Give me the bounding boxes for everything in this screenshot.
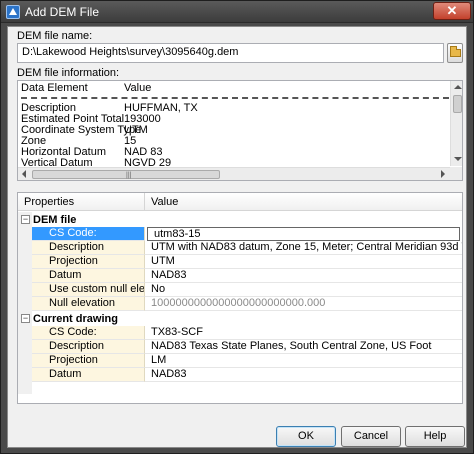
vertical-scrollbar[interactable]	[450, 81, 462, 166]
properties-grid[interactable]: Properties Value − DEM file CS Code: utm…	[17, 192, 463, 404]
header-separator	[21, 97, 449, 99]
property-label: Description	[32, 340, 145, 354]
column-divider[interactable]	[144, 193, 145, 211]
col-value: Value	[151, 196, 179, 208]
property-row-projection[interactable]: Projection LM	[18, 354, 462, 368]
property-row-projection[interactable]: Projection UTM	[18, 255, 462, 269]
property-label: Datum	[32, 269, 145, 283]
cs-code-input[interactable]: utm83-15	[147, 227, 460, 241]
property-value: LM	[145, 354, 462, 368]
property-row-use-custom-null-elevation[interactable]: Use custom null elevat... No	[18, 283, 462, 297]
scroll-up-icon[interactable]	[454, 85, 462, 89]
property-label: Null elevation	[32, 297, 145, 311]
folder-icon	[450, 46, 461, 57]
col-value: Value	[124, 82, 152, 94]
property-value: UTM	[145, 255, 462, 269]
add-dem-file-dialog: Add DEM File ✕ DEM file name: D:\Lakewoo…	[0, 0, 474, 454]
property-value: NAD83 Texas State Planes, South Central …	[145, 340, 462, 354]
autocad-app-icon	[6, 5, 20, 19]
grip-icon: |||	[126, 172, 132, 179]
property-label: Datum	[32, 368, 145, 382]
scroll-down-icon[interactable]	[454, 157, 462, 161]
info-row: Coordinate System Type UTM	[18, 125, 450, 136]
property-row-cs-code[interactable]: CS Code: utm83-15	[18, 227, 462, 241]
scroll-corner	[450, 167, 462, 180]
dem-file-name-field[interactable]: D:\Lakewood Heights\survey\3095640g.dem	[17, 43, 444, 63]
property-row-datum[interactable]: Datum NAD83	[18, 269, 462, 283]
close-button[interactable]: ✕	[433, 2, 471, 20]
property-row-cs-code[interactable]: CS Code: TX83-SCF	[18, 326, 462, 340]
info-header: Data Element Value	[18, 81, 450, 95]
horizontal-scroll-thumb[interactable]: |||	[32, 170, 220, 179]
dem-file-info-label: DEM file information:	[17, 67, 120, 79]
property-label: CS Code:	[32, 326, 145, 340]
property-label: CS Code:	[32, 227, 145, 241]
scroll-left-icon[interactable]	[22, 170, 26, 178]
cancel-button[interactable]: Cancel	[341, 426, 401, 447]
ok-button[interactable]: OK	[276, 426, 336, 447]
col-data-element: Data Element	[21, 82, 88, 94]
property-row-null-elevation[interactable]: Null elevation 1000000000000000000000000…	[18, 297, 462, 311]
dialog-body: DEM file name: D:\Lakewood Heights\surve…	[7, 26, 467, 448]
property-label: Projection	[32, 255, 145, 269]
property-value: 1000000000000000000000000.000	[145, 297, 462, 311]
category-label: DEM file	[33, 214, 77, 226]
category-label: Current drawing	[33, 313, 118, 325]
horizontal-scrollbar[interactable]: |||	[18, 167, 450, 180]
dem-file-name-label: DEM file name:	[17, 30, 93, 42]
property-label: Description	[32, 241, 145, 255]
dem-info-list[interactable]: Data Element Value Description HUFFMAN, …	[17, 80, 463, 181]
help-button[interactable]: Help	[405, 426, 465, 447]
collapse-icon[interactable]: −	[21, 215, 30, 224]
browse-button[interactable]	[447, 43, 463, 63]
property-value: TX83-SCF	[145, 326, 462, 340]
property-label: Projection	[32, 354, 145, 368]
grid-header: Properties Value	[18, 193, 462, 211]
property-row-description[interactable]: Description UTM with NAD83 datum, Zone 1…	[18, 241, 462, 255]
vertical-scroll-thumb[interactable]	[453, 95, 462, 113]
property-value: NAD83	[145, 269, 462, 283]
property-label: Use custom null elevat...	[32, 283, 145, 297]
property-value: UTM with NAD83 datum, Zone 15, Meter; Ce…	[145, 241, 462, 255]
property-value[interactable]: No	[145, 283, 462, 297]
collapse-icon[interactable]: −	[21, 314, 30, 323]
property-row-description[interactable]: Description NAD83 Texas State Planes, So…	[18, 340, 462, 354]
col-properties: Properties	[24, 196, 75, 208]
category-dem-file[interactable]: − DEM file	[18, 214, 462, 226]
window-title: Add DEM File	[25, 5, 100, 19]
title-bar[interactable]: Add DEM File ✕	[1, 1, 473, 23]
scroll-right-icon[interactable]	[441, 170, 445, 178]
category-current-drawing[interactable]: − Current drawing	[18, 313, 462, 325]
property-row-datum[interactable]: Datum NAD83	[18, 368, 462, 382]
property-value: NAD83	[145, 368, 462, 382]
